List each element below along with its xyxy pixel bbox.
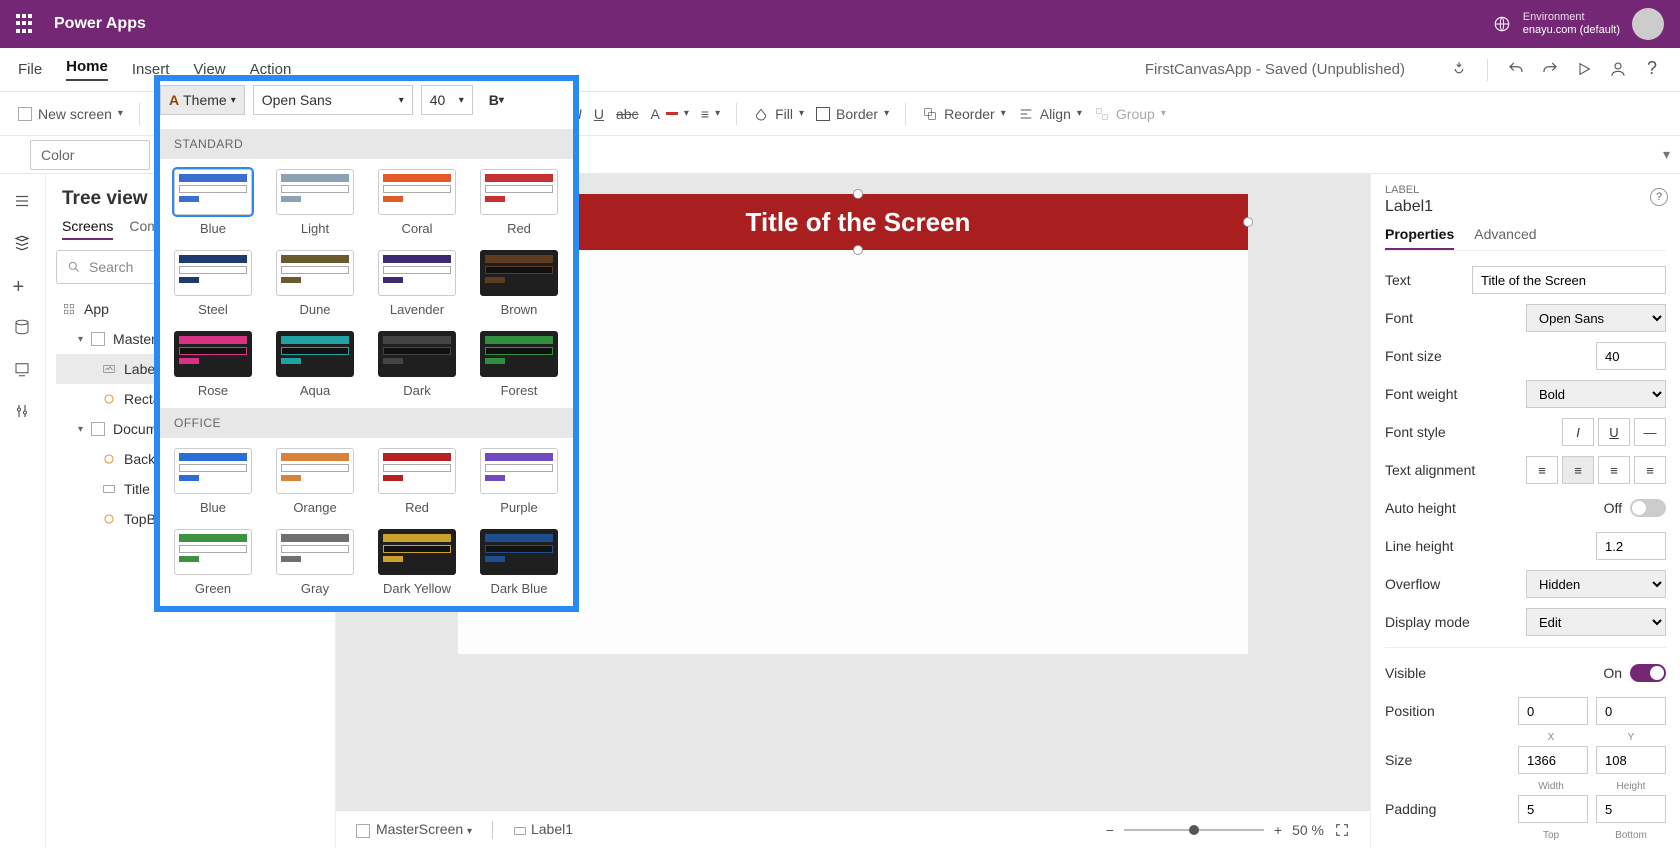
theme-option-blue[interactable]: Blue [172,169,254,236]
tab-screens[interactable]: Screens [62,218,113,240]
border-button[interactable]: Border ▾ [816,106,889,122]
prop-autoheight-toggle[interactable] [1630,499,1666,517]
theme-option-orange[interactable]: Orange [274,448,356,515]
redo-icon[interactable] [1540,59,1560,79]
hamburger-icon[interactable] [13,192,33,212]
help-icon[interactable]: ? [1642,59,1662,79]
prop-lineheight-input[interactable] [1596,532,1666,560]
strike-button[interactable]: abc [616,106,639,122]
theme-option-dark-blue[interactable]: Dark Blue [478,529,560,596]
environment-label[interactable]: Environment enayu.com (default) [1523,11,1620,37]
underline-button[interactable]: U [594,106,604,122]
play-icon[interactable] [1574,59,1594,79]
align-text-button[interactable]: ≡ ▾ [701,106,720,122]
user-avatar[interactable] [1632,8,1664,40]
theme-option-blue[interactable]: Blue [172,448,254,515]
environment-icon [1493,15,1511,33]
theme-category-standard: STANDARD [160,129,573,159]
theme-option-brown[interactable]: Brown [478,250,560,317]
theme-option-forest[interactable]: Forest [478,331,560,398]
prop-fontsize-input[interactable] [1596,342,1666,370]
theme-option-red[interactable]: Red [478,169,560,236]
prop-displaymode-select[interactable]: Edit [1526,608,1666,636]
group-button: Group ▾ [1094,106,1166,122]
reorder-button[interactable]: Reorder ▾ [922,106,1006,122]
align-button[interactable]: Align ▾ [1018,106,1082,122]
font-select[interactable]: Open Sans▾ [253,85,413,115]
theme-option-lavender[interactable]: Lavender [376,250,458,317]
undo-icon[interactable] [1506,59,1526,79]
prop-pad-top[interactable] [1518,795,1588,823]
prop-textalign-buttons[interactable]: ≡≡≡≡ [1526,456,1666,484]
prop-fontstyle-buttons[interactable]: IU— [1562,418,1666,446]
theme-option-aqua[interactable]: Aqua [274,331,356,398]
menu-file[interactable]: File [18,61,42,78]
bold-button[interactable]: B ▾ [481,85,512,115]
left-rail: + [0,174,46,848]
fit-screen-icon[interactable] [1334,822,1350,838]
tab-properties[interactable]: Properties [1385,226,1454,250]
tree-view-icon[interactable] [13,234,33,254]
control-name: Label1 [1385,198,1666,216]
theme-option-green[interactable]: Green [172,529,254,596]
menu-home[interactable]: Home [66,58,108,81]
share-icon[interactable] [1608,59,1628,79]
font-size-input[interactable]: 40▾ [421,85,473,115]
panel-help-icon[interactable]: ? [1650,188,1668,206]
zoom-slider[interactable]: −+ 50 % [1106,822,1350,838]
theme-option-dark-yellow[interactable]: Dark Yellow [376,529,458,596]
search-icon [67,260,81,274]
theme-option-dark[interactable]: Dark [376,331,458,398]
app-header: Power Apps Environment enayu.com (defaul… [0,0,1680,48]
prop-font-select[interactable]: Open Sans [1526,304,1666,332]
theme-category-office: OFFICE [160,408,573,438]
theme-option-rose[interactable]: Rose [172,331,254,398]
insert-icon[interactable]: + [13,276,33,296]
theme-option-coral[interactable]: Coral [376,169,458,236]
prop-size-w[interactable] [1518,746,1588,774]
prop-text-input[interactable] [1472,266,1666,294]
theme-option-purple[interactable]: Purple [478,448,560,515]
theme-option-gray[interactable]: Gray [274,529,356,596]
property-selector[interactable]: Color [30,140,150,170]
status-selected[interactable]: Label1 [513,821,573,837]
selection-handles[interactable] [468,194,1248,250]
theme-option-steel[interactable]: Steel [172,250,254,317]
prop-pad-bottom[interactable] [1596,795,1666,823]
prop-pos-y[interactable] [1596,697,1666,725]
media-icon[interactable] [13,360,33,380]
status-bar: MasterScreen ▾ Label1 −+ 50 % [336,810,1370,848]
control-type-label: LABEL [1385,184,1666,196]
tab-advanced[interactable]: Advanced [1474,226,1536,250]
app-launcher-icon[interactable] [16,14,36,34]
document-status: FirstCanvasApp - Saved (Unpublished) [1145,61,1405,78]
formula-expand-icon[interactable]: ▾ [1663,146,1670,163]
fill-button[interactable]: Fill ▾ [753,106,804,122]
prop-size-h[interactable] [1596,746,1666,774]
new-screen-button[interactable]: New screen ▾ [18,106,123,122]
theme-option-light[interactable]: Light [274,169,356,236]
prop-pos-x[interactable] [1518,697,1588,725]
prop-overflow-select[interactable]: Hidden [1526,570,1666,598]
prop-fontweight-select[interactable]: Bold [1526,380,1666,408]
theme-button[interactable]: ATheme ▾ [160,85,245,115]
advanced-tools-icon[interactable] [13,402,33,422]
brand-title: Power Apps [54,15,146,33]
font-color-button[interactable]: A ▾ [651,106,689,122]
properties-panel: ? LABEL Label1 Properties Advanced Text … [1370,174,1680,848]
zoom-value: 50 % [1292,822,1324,838]
theme-popup: STANDARD Blue Light Coral Red Steel Dune Laven… [154,75,579,612]
app-checker-icon[interactable] [1449,59,1469,79]
status-screen[interactable]: MasterScreen ▾ [356,821,472,837]
theme-option-dune[interactable]: Dune [274,250,356,317]
theme-option-red[interactable]: Red [376,448,458,515]
prop-visible-toggle[interactable] [1630,664,1666,682]
data-icon[interactable] [13,318,33,338]
